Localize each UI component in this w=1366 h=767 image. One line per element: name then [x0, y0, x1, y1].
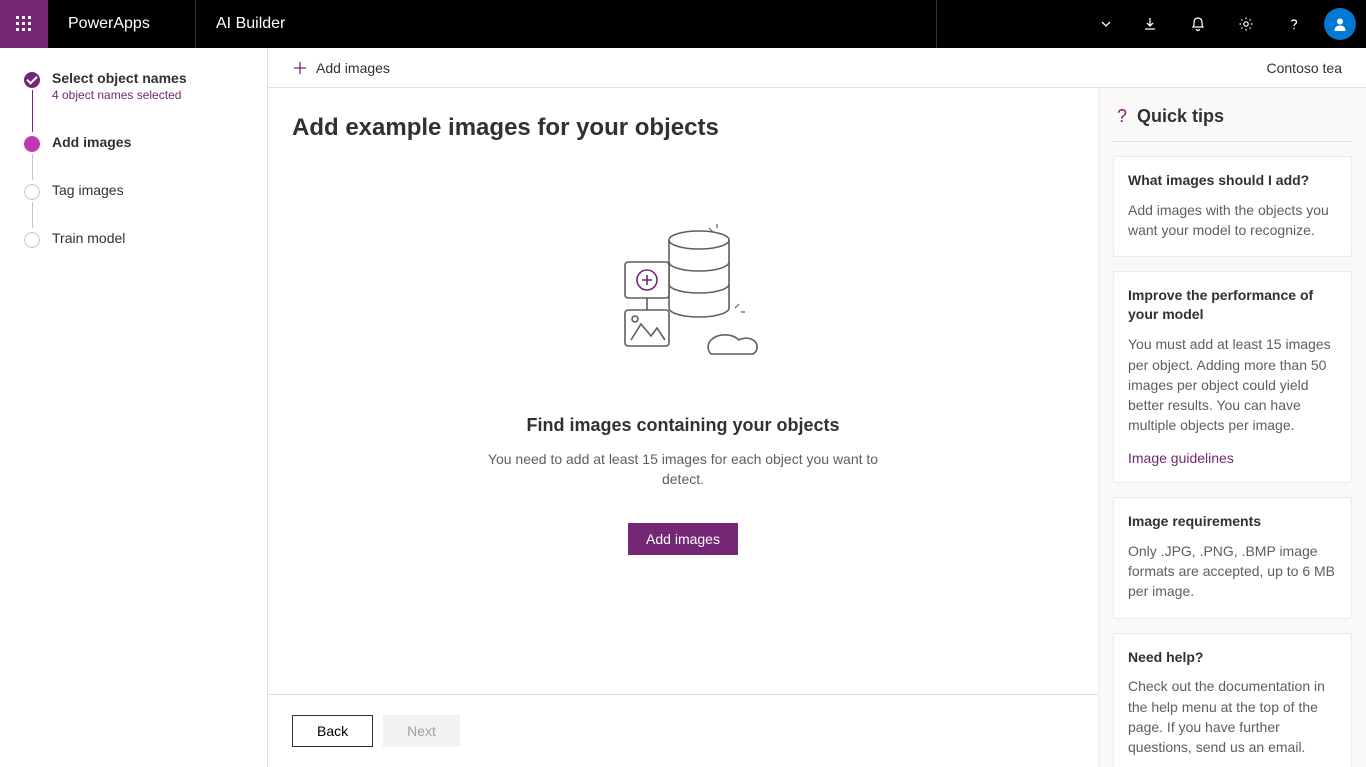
quick-tips-header: ? Quick tips: [1113, 106, 1352, 142]
empty-state-illustration: [603, 222, 763, 365]
step-title: Add images: [52, 134, 247, 150]
download-icon[interactable]: [1126, 0, 1174, 48]
page-title: Add example images for your objects: [292, 114, 1074, 142]
add-images-label: Add images: [316, 60, 390, 76]
brand-label[interactable]: PowerApps: [48, 0, 196, 48]
tip-card: Improve the performance of your model Yo…: [1113, 271, 1352, 482]
step-title: Train model: [52, 230, 247, 246]
image-guidelines-link[interactable]: Image guidelines: [1128, 450, 1234, 466]
step-subtitle: 4 object names selected: [52, 88, 247, 102]
topbar: PowerApps AI Builder: [0, 0, 1366, 48]
step-done-icon: [24, 72, 40, 88]
plus-icon: [292, 60, 308, 76]
step-train-model[interactable]: Train model: [24, 230, 247, 246]
tip-title: Need help?: [1128, 648, 1337, 667]
notifications-icon[interactable]: [1174, 0, 1222, 48]
empty-state-title: Find images containing your objects: [526, 415, 839, 436]
model-name-label: Contoso tea: [1267, 60, 1343, 76]
tip-card: Need help? Check out the documentation i…: [1113, 633, 1352, 767]
empty-state: Find images containing your objects You …: [423, 222, 943, 555]
chevron-down-icon: [1100, 18, 1112, 30]
center-pane: Add example images for your objects: [268, 88, 1098, 767]
next-button: Next: [383, 715, 460, 747]
settings-icon[interactable]: [1222, 0, 1270, 48]
tip-card: Image requirements Only .JPG, .PNG, .BMP…: [1113, 497, 1352, 619]
step-select-object-names[interactable]: Select object names 4 object names selec…: [24, 70, 247, 134]
tip-card: What images should I add? Add images wit…: [1113, 156, 1352, 257]
step-title: Tag images: [52, 182, 247, 198]
step-add-images[interactable]: Add images: [24, 134, 247, 182]
tip-title: What images should I add?: [1128, 171, 1337, 190]
step-connector: [32, 202, 33, 228]
quick-tips-title: Quick tips: [1137, 106, 1224, 127]
tip-title: Improve the performance of your model: [1128, 286, 1337, 324]
step-connector: [32, 90, 33, 132]
section-label: AI Builder: [196, 15, 285, 33]
step-pending-icon: [24, 184, 40, 200]
tip-title: Image requirements: [1128, 512, 1337, 531]
back-button[interactable]: Back: [292, 715, 373, 747]
avatar[interactable]: [1324, 8, 1356, 40]
help-icon[interactable]: [1270, 0, 1318, 48]
tip-body: You must add at least 15 images per obje…: [1128, 334, 1337, 435]
step-connector: [32, 154, 33, 180]
add-images-command[interactable]: Add images: [292, 60, 390, 76]
tip-body: Only .JPG, .PNG, .BMP image formats are …: [1128, 541, 1337, 602]
tip-body: Add images with the objects you want you…: [1128, 200, 1337, 241]
help-icon: ?: [1117, 106, 1127, 127]
wizard-steps: Select object names 4 object names selec…: [0, 48, 268, 767]
tip-body: Check out the documentation in the help …: [1128, 676, 1337, 757]
step-tag-images[interactable]: Tag images: [24, 182, 247, 230]
empty-state-body: You need to add at least 15 images for e…: [483, 450, 883, 489]
step-pending-icon: [24, 232, 40, 248]
add-images-button[interactable]: Add images: [628, 523, 738, 555]
quick-tips-panel: ? Quick tips What images should I add? A…: [1098, 88, 1366, 767]
step-title: Select object names: [52, 70, 247, 86]
waffle-icon[interactable]: [0, 0, 48, 48]
step-current-icon: [24, 136, 40, 152]
command-bar: Add images Contoso tea: [268, 48, 1366, 88]
environment-dropdown[interactable]: [936, 0, 1126, 48]
wizard-nav: Back Next: [268, 695, 1098, 767]
